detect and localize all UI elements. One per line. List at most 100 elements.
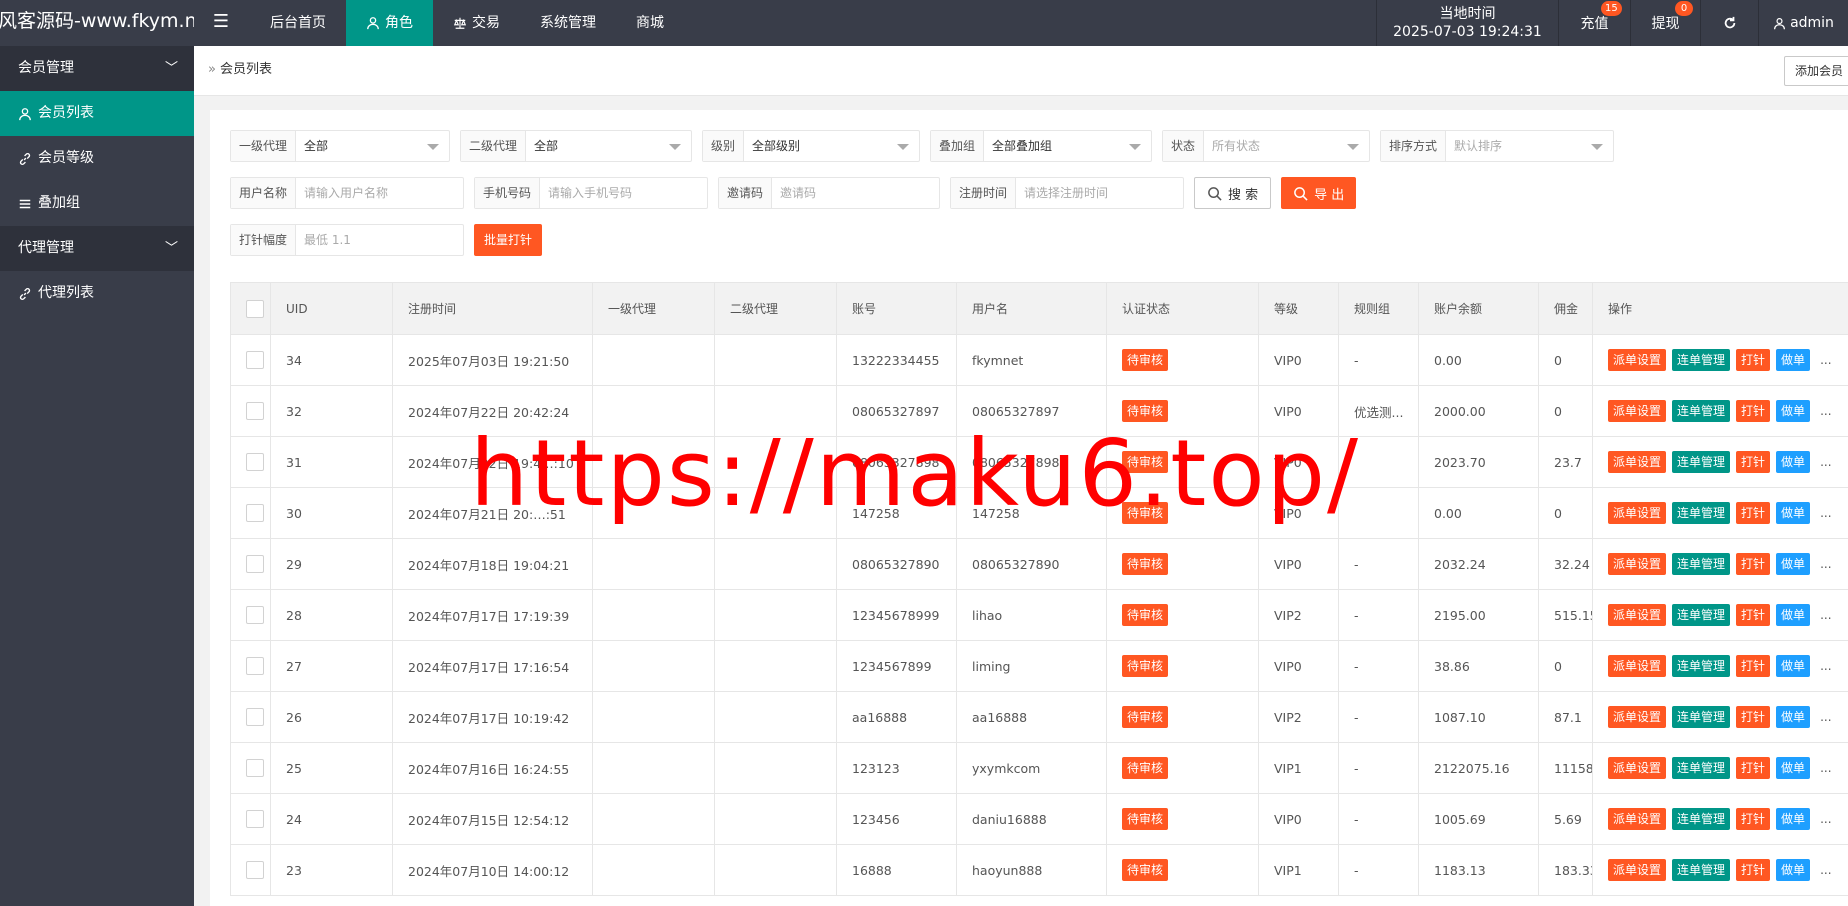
inject-button[interactable]: 打针 <box>1736 451 1771 473</box>
inject-button[interactable]: 打针 <box>1736 553 1771 575</box>
row-checkbox[interactable] <box>230 385 271 437</box>
inject-button[interactable]: 打针 <box>1736 859 1771 881</box>
more-actions-button[interactable]: ... <box>1820 608 1831 622</box>
row-checkbox[interactable] <box>230 538 271 590</box>
search-button[interactable]: 搜 索 <box>1194 177 1272 209</box>
make-order-button[interactable]: 做单 <box>1776 502 1811 524</box>
chain-manage-button[interactable]: 连单管理 <box>1672 757 1731 779</box>
agent2-select[interactable]: 二级代理 全部 <box>460 130 692 162</box>
withdraw-button[interactable]: 提现 0 <box>1630 0 1700 46</box>
make-order-button[interactable]: 做单 <box>1776 451 1811 473</box>
column-header[interactable]: 账户余额 <box>1418 282 1539 335</box>
user-menu[interactable]: admin <box>1758 0 1848 46</box>
row-checkbox[interactable] <box>230 844 271 896</box>
make-order-button[interactable]: 做单 <box>1776 655 1811 677</box>
row-checkbox[interactable] <box>230 334 271 386</box>
make-order-button[interactable]: 做单 <box>1776 400 1811 422</box>
column-header[interactable]: 注册时间 <box>392 282 593 335</box>
dispatch-settings-button[interactable]: 派单设置 <box>1608 859 1667 881</box>
row-checkbox[interactable] <box>230 742 271 794</box>
refresh-icon[interactable] <box>1700 0 1758 46</box>
make-order-button[interactable]: 做单 <box>1776 859 1811 881</box>
column-header[interactable]: 佣金 <box>1538 282 1593 335</box>
dispatch-settings-button[interactable]: 派单设置 <box>1608 655 1667 677</box>
chain-manage-button[interactable]: 连单管理 <box>1672 604 1731 626</box>
nav-item-home[interactable]: 后台首页 <box>250 0 346 46</box>
chain-manage-button[interactable]: 连单管理 <box>1672 349 1731 371</box>
inject-button[interactable]: 打针 <box>1736 757 1771 779</box>
inject-button[interactable]: 打针 <box>1736 349 1771 371</box>
more-actions-button[interactable]: ... <box>1820 659 1831 673</box>
inject-button[interactable]: 打针 <box>1736 808 1771 830</box>
add-member-button[interactable]: 添加会员 <box>1783 56 1848 86</box>
menu-toggle-icon[interactable]: ☰ <box>206 0 236 46</box>
column-header[interactable]: 一级代理 <box>592 282 715 335</box>
status-select[interactable]: 状态 所有状态 <box>1162 130 1370 162</box>
make-order-button[interactable]: 做单 <box>1776 808 1811 830</box>
group-select[interactable]: 叠加组 全部叠加组 <box>930 130 1152 162</box>
dispatch-settings-button[interactable]: 派单设置 <box>1608 400 1667 422</box>
chain-manage-button[interactable]: 连单管理 <box>1672 808 1731 830</box>
make-order-button[interactable]: 做单 <box>1776 604 1811 626</box>
dispatch-settings-button[interactable]: 派单设置 <box>1608 349 1667 371</box>
sort-select[interactable]: 排序方式 默认排序 <box>1380 130 1614 162</box>
dispatch-settings-button[interactable]: 派单设置 <box>1608 706 1667 728</box>
column-header[interactable]: 认证状态 <box>1106 282 1259 335</box>
make-order-button[interactable]: 做单 <box>1776 553 1811 575</box>
username-input[interactable]: 用户名称 请输入用户名称 <box>230 177 464 209</box>
register-time-input[interactable]: 注册时间 请选择注册时间 <box>950 177 1184 209</box>
chain-manage-button[interactable]: 连单管理 <box>1672 655 1731 677</box>
more-actions-button[interactable]: ... <box>1820 506 1831 520</box>
dispatch-settings-button[interactable]: 派单设置 <box>1608 808 1667 830</box>
row-checkbox[interactable] <box>230 589 271 641</box>
batch-inject-button[interactable]: 批量打针 <box>474 224 543 256</box>
level-select[interactable]: 级别 全部级别 <box>702 130 920 162</box>
more-actions-button[interactable]: ... <box>1820 455 1831 469</box>
select-all-checkbox[interactable] <box>230 282 271 335</box>
app-logo[interactable]: 风客源码-www.fkym.n... <box>0 0 194 46</box>
row-checkbox[interactable] <box>230 487 271 539</box>
more-actions-button[interactable]: ... <box>1820 812 1831 826</box>
sidebar-item-agent-list[interactable]: 代理列表 <box>0 271 194 316</box>
chain-manage-button[interactable]: 连单管理 <box>1672 553 1731 575</box>
row-checkbox[interactable] <box>230 640 271 692</box>
export-button[interactable]: 导 出 <box>1281 177 1357 209</box>
column-header[interactable]: 二级代理 <box>714 282 837 335</box>
inject-button[interactable]: 打针 <box>1736 400 1771 422</box>
make-order-button[interactable]: 做单 <box>1776 757 1811 779</box>
sidebar-item-member-list[interactable]: 会员列表 <box>0 91 194 136</box>
dispatch-settings-button[interactable]: 派单设置 <box>1608 502 1667 524</box>
more-actions-button[interactable]: ... <box>1820 863 1831 877</box>
chain-manage-button[interactable]: 连单管理 <box>1672 502 1731 524</box>
more-actions-button[interactable]: ... <box>1820 761 1831 775</box>
inject-button[interactable]: 打针 <box>1736 655 1771 677</box>
phone-input[interactable]: 手机号码 请输入手机号码 <box>474 177 708 209</box>
agent1-select[interactable]: 一级代理 全部 <box>230 130 450 162</box>
chain-manage-button[interactable]: 连单管理 <box>1672 451 1731 473</box>
sidebar-group-agent[interactable]: 代理管理 ﹀ <box>0 226 194 271</box>
more-actions-button[interactable]: ... <box>1820 404 1831 418</box>
chain-manage-button[interactable]: 连单管理 <box>1672 859 1731 881</box>
row-checkbox[interactable] <box>230 691 271 743</box>
make-order-button[interactable]: 做单 <box>1776 706 1811 728</box>
amplitude-input[interactable]: 打针幅度 最低 1.1 <box>230 224 464 256</box>
more-actions-button[interactable]: ... <box>1820 710 1831 724</box>
more-actions-button[interactable]: ... <box>1820 353 1831 367</box>
chain-manage-button[interactable]: 连单管理 <box>1672 706 1731 728</box>
column-header[interactable]: 等级 <box>1258 282 1339 335</box>
dispatch-settings-button[interactable]: 派单设置 <box>1608 553 1667 575</box>
inject-button[interactable]: 打针 <box>1736 706 1771 728</box>
sidebar-item-overlay-group[interactable]: 叠加组 <box>0 181 194 226</box>
dispatch-settings-button[interactable]: 派单设置 <box>1608 757 1667 779</box>
make-order-button[interactable]: 做单 <box>1776 349 1811 371</box>
recharge-button[interactable]: 充值 15 <box>1558 0 1630 46</box>
nav-item-trade[interactable]: 交易 <box>433 0 520 46</box>
row-checkbox[interactable] <box>230 436 271 488</box>
column-header[interactable]: 规则组 <box>1338 282 1419 335</box>
invite-code-input[interactable]: 邀请码 邀请码 <box>718 177 940 209</box>
dispatch-settings-button[interactable]: 派单设置 <box>1608 451 1667 473</box>
inject-button[interactable]: 打针 <box>1736 604 1771 626</box>
dispatch-settings-button[interactable]: 派单设置 <box>1608 604 1667 626</box>
column-header[interactable]: 账号 <box>836 282 957 335</box>
chain-manage-button[interactable]: 连单管理 <box>1672 400 1731 422</box>
